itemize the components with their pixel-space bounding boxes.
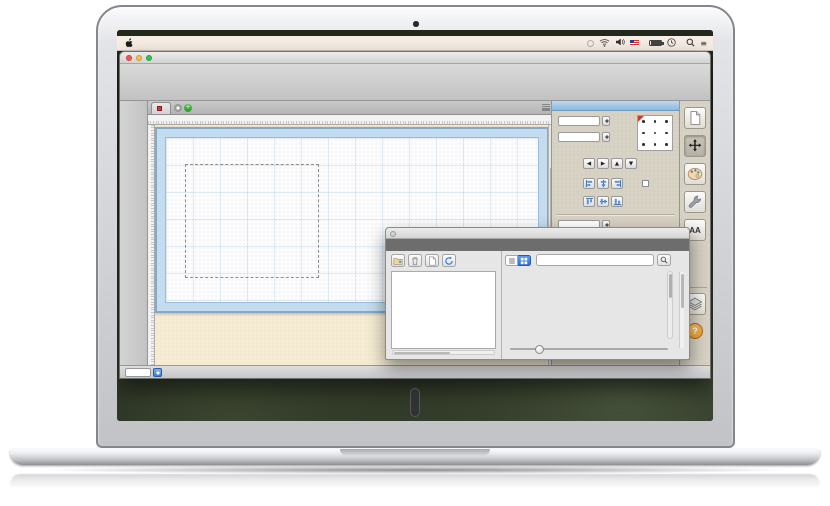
page-tab-bar: + bbox=[148, 101, 553, 115]
wifi-icon[interactable] bbox=[599, 38, 610, 49]
tool-palette bbox=[120, 101, 148, 365]
search-icon[interactable] bbox=[686, 38, 695, 49]
delete-folder-button[interactable] bbox=[408, 254, 422, 267]
webcam bbox=[413, 21, 419, 27]
new-item-button[interactable] bbox=[425, 254, 439, 267]
horizontal-ruler bbox=[148, 115, 553, 125]
document-panel-button[interactable] bbox=[684, 107, 706, 129]
align-left-button[interactable] bbox=[583, 178, 595, 189]
traffic-lights bbox=[126, 55, 152, 61]
minimize-button[interactable] bbox=[136, 55, 142, 61]
library-tabs bbox=[386, 239, 689, 251]
x-row bbox=[556, 116, 610, 126]
refresh-button[interactable] bbox=[442, 254, 456, 267]
library-close-button[interactable] bbox=[390, 231, 396, 237]
tab-list-icon[interactable] bbox=[542, 104, 550, 111]
zoom-stepper[interactable] bbox=[153, 368, 162, 377]
lid-notch bbox=[340, 449, 490, 456]
nudge-left-button[interactable]: ◀ bbox=[583, 158, 595, 169]
category-scrollbar-h[interactable] bbox=[392, 350, 495, 355]
color-panel-button[interactable] bbox=[684, 163, 706, 185]
apple-menu-icon[interactable] bbox=[123, 38, 134, 49]
anchor-point-grid[interactable] bbox=[637, 115, 673, 151]
list-view-button[interactable] bbox=[505, 255, 518, 266]
battery-icon[interactable] bbox=[649, 40, 662, 47]
library-titlebar[interactable] bbox=[386, 228, 689, 239]
laptop-base bbox=[10, 449, 820, 465]
us-flag-icon[interactable] bbox=[630, 40, 639, 46]
page-tab[interactable] bbox=[151, 102, 171, 114]
nudge-right-button[interactable]: ▶ bbox=[597, 158, 609, 169]
library-divider bbox=[501, 251, 502, 359]
thumbnail-size-slider[interactable] bbox=[510, 348, 668, 350]
panel-divider bbox=[556, 214, 675, 215]
view-toggle bbox=[505, 255, 531, 266]
selection-bounding-box bbox=[185, 164, 319, 278]
volume-icon[interactable] bbox=[615, 38, 625, 48]
screen: ≡ + bbox=[117, 30, 713, 421]
category-scrollbar-v[interactable] bbox=[679, 272, 684, 348]
h-align-row bbox=[556, 178, 623, 189]
new-folder-button[interactable] bbox=[391, 254, 405, 267]
library-search-button[interactable] bbox=[657, 254, 671, 266]
v-align-row bbox=[556, 196, 623, 207]
menu-status-area: ≡ bbox=[587, 38, 707, 49]
notification-circle-icon[interactable] bbox=[587, 40, 594, 47]
page-color-swatch bbox=[157, 106, 162, 111]
add-page-button[interactable]: + bbox=[184, 104, 192, 112]
shape-grid-scrollbar[interactable] bbox=[667, 271, 673, 339]
to-page-checkbox[interactable] bbox=[642, 180, 649, 187]
vertical-ruler bbox=[148, 125, 155, 365]
close-button[interactable] bbox=[126, 55, 132, 61]
nudge-row: ◀ ▶ ▲ ▼ bbox=[556, 158, 637, 169]
category-list[interactable] bbox=[391, 271, 496, 349]
x-stepper[interactable] bbox=[602, 116, 610, 126]
y-stepper[interactable] bbox=[602, 132, 610, 142]
library-window bbox=[385, 227, 690, 360]
settings-panel-button[interactable] bbox=[684, 191, 706, 213]
align-bottom-button[interactable] bbox=[611, 196, 623, 207]
clock-icon[interactable] bbox=[667, 38, 676, 49]
align-right-button[interactable] bbox=[611, 178, 623, 189]
nudge-up-button[interactable]: ▲ bbox=[611, 158, 623, 169]
align-top-button[interactable] bbox=[583, 196, 595, 207]
y-row bbox=[556, 132, 610, 142]
nudge-down-button[interactable]: ▼ bbox=[625, 158, 637, 169]
to-page-option[interactable] bbox=[642, 180, 651, 187]
laptop-reflection bbox=[10, 474, 820, 487]
y-input[interactable] bbox=[558, 132, 600, 142]
main-toolbar bbox=[120, 64, 710, 101]
library-search-input[interactable] bbox=[536, 254, 654, 266]
menu-bar: ≡ bbox=[117, 36, 713, 51]
shape-grid bbox=[507, 271, 663, 339]
page-settings-icon[interactable] bbox=[174, 104, 182, 112]
zoom-level-input[interactable] bbox=[125, 368, 151, 377]
window-statusbar bbox=[120, 365, 710, 378]
notification-center-icon[interactable]: ≡ bbox=[700, 39, 707, 48]
panel-header bbox=[552, 101, 679, 111]
x-input[interactable] bbox=[558, 116, 600, 126]
dock bbox=[410, 388, 420, 417]
position-panel-button[interactable] bbox=[684, 135, 706, 157]
slider-knob[interactable] bbox=[535, 345, 544, 354]
align-center-button[interactable] bbox=[597, 178, 609, 189]
zoom-button[interactable] bbox=[146, 55, 152, 61]
grid-view-button[interactable] bbox=[518, 255, 531, 266]
window-titlebar[interactable] bbox=[120, 52, 710, 64]
laptop-shadow bbox=[30, 466, 800, 474]
align-middle-button[interactable] bbox=[597, 196, 609, 207]
